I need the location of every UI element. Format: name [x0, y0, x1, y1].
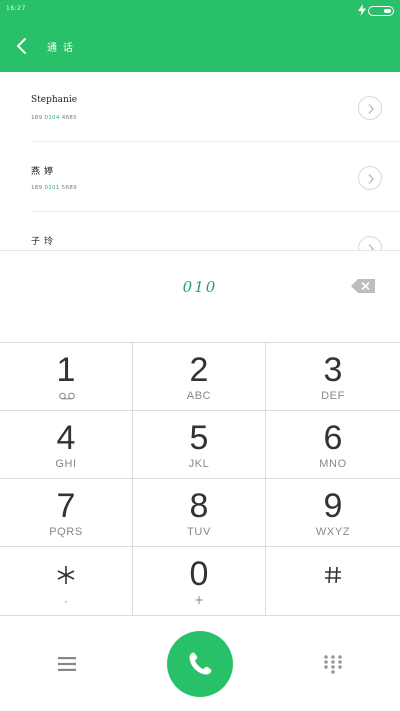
contact-name: 燕婷: [31, 167, 58, 177]
hash-icon: [325, 566, 341, 584]
dialpad-icon[interactable]: [323, 654, 343, 674]
key-5[interactable]: 5 JKL: [133, 411, 266, 479]
chevron-right-icon: [368, 104, 374, 114]
contact-detail-button[interactable]: [358, 96, 382, 120]
number-match-highlight: 0104: [44, 115, 60, 121]
chevron-right-icon: [368, 174, 374, 184]
contact-name: Stephanie: [31, 95, 78, 105]
contact-suggestion-list: Stephanie 189 0104 4685 燕婷 189 0101 5689…: [0, 72, 400, 250]
key-4[interactable]: 4 GHI: [0, 411, 133, 479]
status-bar: 16:27: [0, 0, 400, 22]
asterisk-icon: [57, 566, 75, 584]
contact-item[interactable]: Stephanie 189 0104 4685: [0, 72, 400, 142]
contact-item[interactable]: 子玲: [0, 212, 400, 250]
contact-name: 子玲: [31, 237, 58, 247]
voicemail-icon: [59, 392, 75, 400]
dialed-number-display: 010: [0, 250, 400, 342]
key-7[interactable]: 7 PQRS: [0, 479, 133, 547]
key-hash[interactable]: [266, 547, 400, 616]
contact-number: 189 0101 5689: [31, 185, 77, 191]
page-title: 通话: [47, 43, 79, 54]
key-9[interactable]: 9 WXYZ: [266, 479, 400, 547]
call-button[interactable]: [167, 631, 233, 697]
contact-item[interactable]: 燕婷 189 0101 5689: [0, 142, 400, 212]
bottom-action-bar: [0, 615, 400, 711]
key-1[interactable]: 1: [0, 343, 133, 411]
menu-icon[interactable]: [57, 656, 77, 672]
contact-detail-button[interactable]: [358, 236, 382, 250]
chevron-right-icon: [368, 244, 374, 250]
status-time: 16:27: [6, 5, 26, 12]
key-3[interactable]: 3 DEF: [266, 343, 400, 411]
key-0[interactable]: 0 +: [133, 547, 266, 616]
charging-icon: [358, 4, 366, 16]
battery-icon: [368, 6, 394, 16]
key-6[interactable]: 6 MNO: [266, 411, 400, 479]
contact-detail-button[interactable]: [358, 166, 382, 190]
key-2[interactable]: 2 ABC: [133, 343, 266, 411]
key-star[interactable]: ,: [0, 547, 133, 616]
key-8[interactable]: 8 TUV: [133, 479, 266, 547]
contact-number: 189 0104 4685: [31, 115, 77, 121]
chevron-left-icon[interactable]: [14, 36, 30, 56]
dial-keypad: 1 2 ABC 3 DEF 4 GHI 5 JKL 6 MNO 7 PQRS 8…: [0, 342, 400, 616]
phone-icon: [189, 652, 212, 675]
app-header: 16:27 通话: [0, 0, 400, 72]
dialed-number: 010: [182, 278, 218, 296]
number-match-highlight: 0101: [44, 185, 60, 191]
backspace-icon[interactable]: [351, 279, 375, 293]
